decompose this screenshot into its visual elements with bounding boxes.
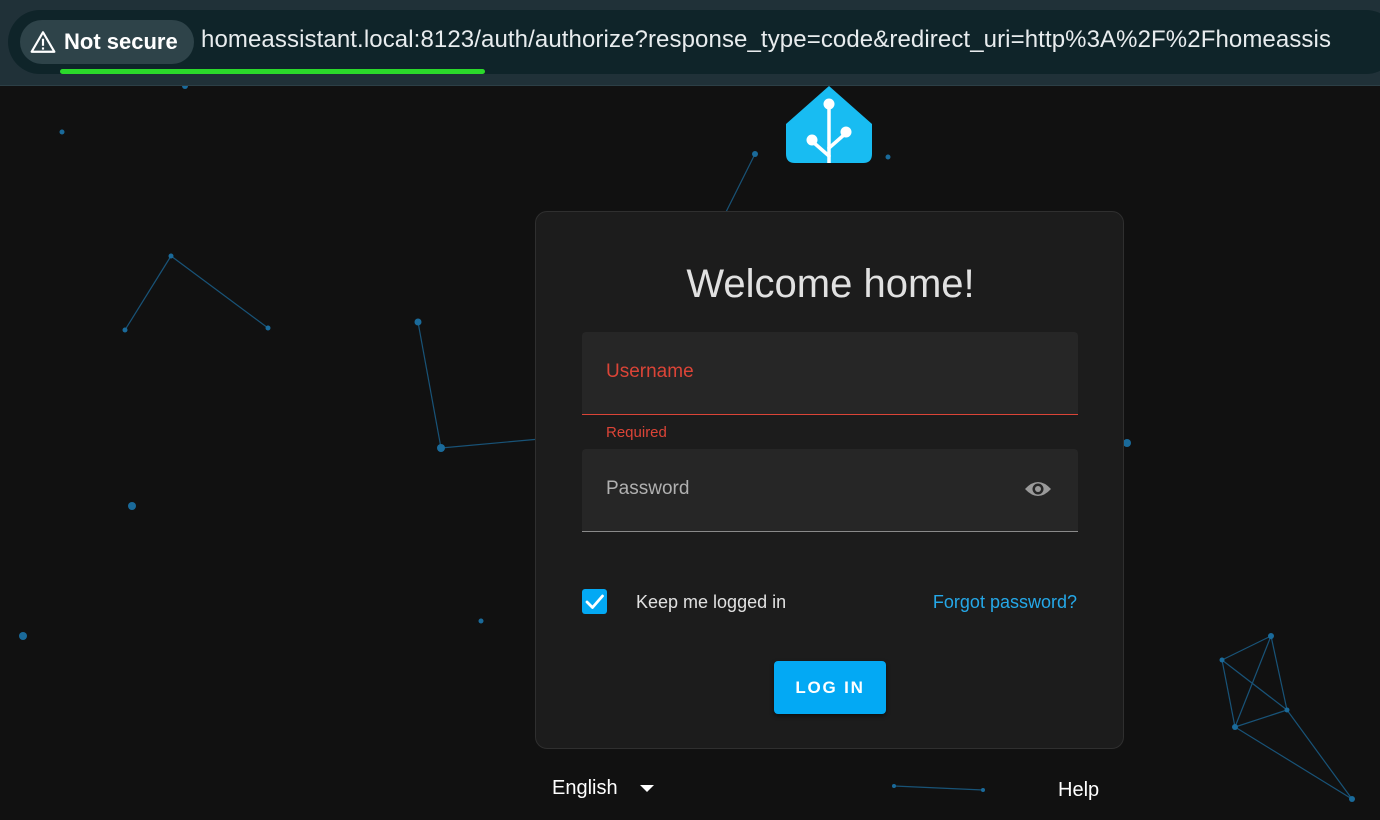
- forgot-password-link[interactable]: Forgot password?: [933, 592, 1077, 613]
- home-assistant-logo: [786, 86, 872, 163]
- language-label: English: [552, 777, 618, 799]
- warning-icon: [30, 31, 56, 53]
- login-button[interactable]: LOG IN: [774, 661, 886, 714]
- security-chip[interactable]: Not secure: [20, 20, 194, 64]
- browser-address-bar: Not secure homeassistant.local:8123/auth…: [0, 0, 1380, 86]
- page-title: Welcome home!: [686, 262, 975, 306]
- password-field[interactable]: Password: [582, 449, 1078, 532]
- url-text[interactable]: homeassistant.local:8123/auth/authorize?…: [201, 26, 1331, 54]
- username-field[interactable]: Username: [582, 332, 1078, 415]
- help-link[interactable]: Help: [1058, 779, 1099, 802]
- username-label: Username: [606, 361, 694, 382]
- language-select[interactable]: English: [552, 777, 654, 800]
- check-icon: [585, 594, 604, 609]
- password-label: Password: [606, 478, 690, 499]
- username-error-text: Required: [606, 424, 667, 441]
- security-label: Not secure: [64, 29, 178, 54]
- eye-icon[interactable]: [1024, 477, 1052, 501]
- login-card: Welcome home! Username Required Password…: [535, 211, 1124, 749]
- page-load-progress: [60, 69, 485, 74]
- keep-logged-in-checkbox[interactable]: [582, 589, 607, 614]
- chevron-down-icon: [639, 785, 654, 792]
- keep-logged-in-label: Keep me logged in: [636, 592, 787, 612]
